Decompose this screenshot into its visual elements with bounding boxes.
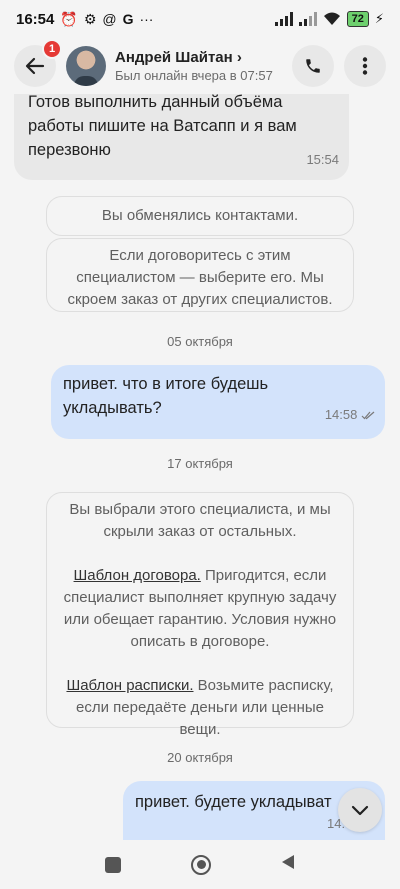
triangle-back-icon	[282, 855, 294, 869]
message-text: привет. что в итоге будешь укладывать?	[63, 375, 269, 417]
at-icon: @	[102, 11, 117, 27]
alarm-icon: ⏰	[60, 10, 78, 27]
arrow-left-icon	[25, 57, 45, 75]
header-actions	[292, 45, 386, 87]
more-options-button[interactable]	[344, 45, 386, 87]
message-time-value: 14:58	[324, 407, 358, 422]
chat-header: 1 Андрей Шайтан › Был онлайн вчера в 07:…	[0, 38, 400, 94]
receipt-template-link[interactable]: Шаблон расписки.	[66, 677, 193, 694]
system-message-selected: Вы выбрали этого специалиста, и мы скрыл…	[46, 492, 354, 738]
clock: 16:54	[16, 10, 55, 28]
chevron-down-icon	[351, 805, 369, 815]
more-dots-icon: ···	[139, 11, 154, 27]
circle-icon	[196, 860, 206, 869]
message-text: Готов выполнить данный объёма работы пиш…	[28, 94, 297, 159]
battery-indicator: 72	[346, 11, 369, 27]
phone-icon	[306, 59, 320, 73]
back-button[interactable]: 1	[14, 39, 62, 87]
contact-name[interactable]: Андрей Шайтан ›	[115, 49, 273, 66]
system-text: Если договоритесь с этим специалистом — …	[67, 247, 333, 308]
cellular-signal-icon	[274, 12, 293, 26]
status-left: 16:54 ⏰ ⚙ @ G ···	[16, 11, 153, 28]
chat-messages[interactable]: Готов выполнить данный объёма работы пиш…	[0, 94, 400, 840]
date-separator: 20 октября	[167, 750, 233, 765]
message-time: 14:58	[325, 403, 375, 427]
contact-info[interactable]: Андрей Шайтан › Был онлайн вчера в 07:57	[115, 49, 273, 83]
more-vertical-icon	[362, 57, 368, 75]
notification-badge: 1	[42, 39, 62, 59]
system-navigation-bar	[0, 840, 400, 889]
google-icon: G	[122, 11, 134, 27]
avatar[interactable]	[66, 46, 106, 86]
scroll-down-button[interactable]	[338, 788, 382, 832]
cellular-signal-2-icon	[298, 12, 317, 26]
call-button[interactable]	[292, 45, 334, 87]
status-bar: 16:54 ⏰ ⚙ @ G ··· 72 ⚡	[0, 0, 400, 38]
system-intro: Вы выбрали этого специалиста, и мы скрыл…	[69, 501, 331, 540]
contract-template-link[interactable]: Шаблон договора.	[74, 567, 201, 584]
message-time: 15:54	[306, 152, 339, 167]
wifi-icon	[323, 12, 340, 25]
recent-apps-button[interactable]	[105, 856, 121, 873]
back-nav-button[interactable]	[281, 854, 295, 875]
date-separator: 05 октября	[167, 334, 233, 349]
home-button[interactable]	[191, 854, 211, 875]
date-separator: 17 октября	[167, 456, 233, 471]
system-message-contacts: Вы обменялись контактами.	[46, 196, 354, 236]
charging-icon: ⚡	[374, 11, 384, 26]
sync-icon: ⚙	[83, 10, 97, 27]
system-receipt-paragraph: Шаблон расписки. Возьмите расписку, если…	[61, 675, 339, 741]
contact-status: Был онлайн вчера в 07:57	[115, 68, 273, 83]
status-right: 72 ⚡	[274, 11, 384, 27]
outgoing-message[interactable]: привет. что в итоге будешь укладывать? 1…	[51, 365, 385, 439]
system-message-choose: Если договоритесь с этим специалистом — …	[46, 238, 354, 312]
double-check-icon	[361, 411, 375, 420]
system-text: Вы обменялись контактами.	[101, 207, 299, 224]
incoming-message[interactable]: Готов выполнить данный объёма работы пиш…	[14, 94, 349, 180]
system-contract-paragraph: Шаблон договора. Пригодится, если специа…	[61, 565, 339, 653]
